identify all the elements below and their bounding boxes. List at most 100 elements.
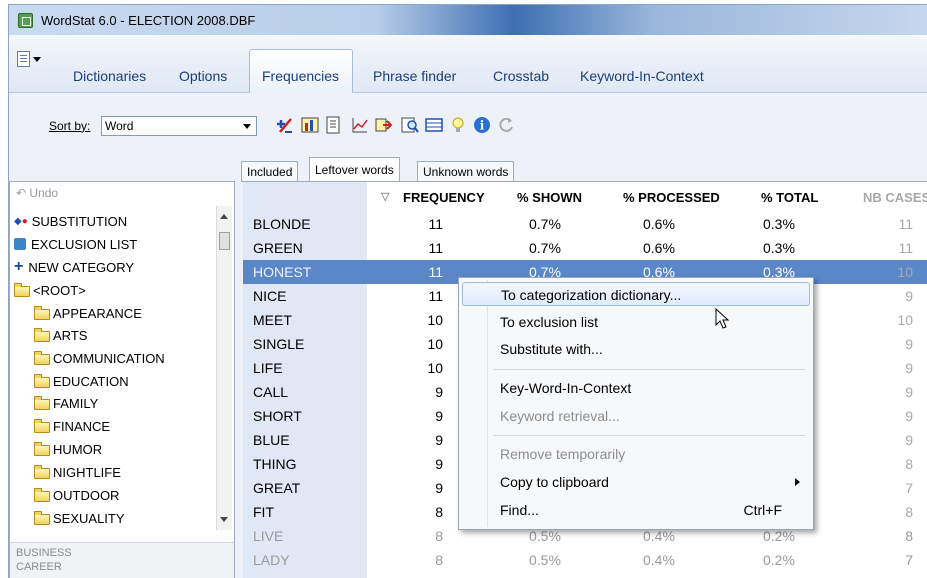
menu-find[interactable]: Find... Ctrl+F: [462, 498, 810, 522]
menu-options[interactable]: Options: [179, 68, 227, 84]
cell-shown: 0.7%: [529, 240, 561, 256]
chart-icon[interactable]: [299, 114, 321, 136]
table-row[interactable]: BLONDE 11 0.7% 0.6% 0.3% 11: [243, 212, 927, 236]
refresh-icon[interactable]: [495, 114, 517, 136]
tree-scrollbar[interactable]: [216, 206, 232, 530]
context-menu: To categorization dictionary... To exclu…: [458, 277, 814, 530]
menu-item-label: Substitute with...: [500, 341, 603, 357]
tree-category[interactable]: ARTS: [34, 324, 87, 346]
category-label: HUMOR: [53, 441, 103, 457]
cell-nb-cases: 8: [905, 456, 913, 472]
bulb-icon[interactable]: [447, 114, 469, 136]
cell-frequency: 10: [427, 336, 443, 352]
app-icon: [18, 13, 33, 28]
tree-exclusion-list[interactable]: EXCLUSION LIST: [14, 233, 137, 255]
substitution-icon: ◆●: [14, 215, 28, 227]
cell-frequency: 9: [435, 432, 443, 448]
cell-frequency: 11: [428, 216, 443, 232]
menu-phrase-finder[interactable]: Phrase finder: [373, 68, 456, 84]
menu-item-label: To categorization dictionary...: [501, 287, 682, 303]
cell-frequency: 10: [427, 360, 443, 376]
menu-substitute-with[interactable]: Substitute with...: [462, 337, 810, 361]
tree-category[interactable]: FAMILY: [34, 392, 98, 414]
cell-nb-cases: 11: [898, 216, 913, 232]
cell-word: BLUE: [253, 432, 290, 448]
header-nb-cases[interactable]: NB CASES: [863, 190, 927, 205]
menu-key-word-in-context[interactable]: Key-Word-In-Context: [462, 376, 810, 400]
scroll-thumb[interactable]: [219, 232, 230, 250]
header-shown[interactable]: % SHOWN: [517, 190, 582, 205]
category-label: APPEARANCE: [53, 305, 142, 321]
cell-frequency: 9: [435, 408, 443, 424]
cell-frequency: 11: [428, 264, 443, 280]
search-icon[interactable]: [399, 114, 421, 136]
tree-exclusion-label: EXCLUSION LIST: [31, 236, 138, 252]
table-row[interactable]: LADY 8 0.5% 0.4% 0.2% 7: [243, 548, 927, 572]
svg-text:i: i: [480, 119, 485, 133]
undo-label: Undo: [29, 186, 59, 200]
tab-unknown-words[interactable]: Unknown words: [417, 161, 515, 182]
menu-remove-temporarily: Remove temporarily: [462, 442, 810, 466]
cell-shown: 0.5%: [529, 552, 561, 568]
cell-word: BLONDE: [253, 216, 311, 232]
folder-icon: [34, 395, 50, 410]
cell-frequency: 11: [428, 240, 443, 256]
graph-icon[interactable]: [349, 114, 371, 136]
cell-total: 0.3%: [763, 240, 795, 256]
menu-copy-to-clipboard[interactable]: Copy to clipboard: [462, 470, 810, 494]
menu-shortcut: Ctrl+F: [743, 502, 783, 518]
tree-substitution[interactable]: ◆● SUBSTITUTION: [14, 210, 127, 232]
cell-frequency: 10: [427, 312, 443, 328]
list-item[interactable]: CAREER: [16, 561, 62, 573]
sort-by-select[interactable]: Word: [101, 116, 257, 136]
scroll-down-icon[interactable]: [220, 517, 228, 522]
menu-item-label: Key-Word-In-Context: [500, 380, 632, 396]
category-label: COMMUNICATION: [53, 350, 165, 366]
tree-category[interactable]: COMMUNICATION: [34, 347, 165, 369]
menu-to-exclusion-list[interactable]: To exclusion list: [462, 310, 810, 334]
arrow-icon[interactable]: [373, 114, 395, 136]
header-frequency[interactable]: FREQUENCY: [403, 190, 485, 205]
add-remove-icon[interactable]: [273, 114, 295, 136]
tab-leftover-words[interactable]: Leftover words: [309, 157, 400, 182]
cell-nb-cases: 9: [905, 384, 913, 400]
tree-category[interactable]: OUTDOOR: [34, 484, 119, 506]
scroll-up-icon[interactable]: [220, 214, 228, 219]
menu-keyword-in-context[interactable]: Keyword-In-Context: [580, 68, 704, 84]
cell-processed: 0.6%: [643, 216, 675, 232]
header-total[interactable]: % TOTAL: [761, 190, 818, 205]
table-row[interactable]: GREEN 11 0.7% 0.6% 0.3% 11: [243, 236, 927, 260]
menu-crosstab[interactable]: Crosstab: [493, 68, 549, 84]
cell-word: MEET: [253, 312, 292, 328]
tree-new-category[interactable]: + NEW CATEGORY: [14, 256, 134, 278]
undo-icon: ↶: [16, 186, 30, 200]
category-label: SEXUALITY: [53, 510, 125, 526]
tree-category[interactable]: FINANCE: [34, 415, 110, 437]
export-icon[interactable]: [323, 114, 345, 136]
tree-category[interactable]: EDUCATION: [34, 370, 129, 392]
menu-to-categorization-dictionary[interactable]: To categorization dictionary...: [462, 282, 810, 306]
folder-icon: [34, 441, 50, 456]
tab-frequencies[interactable]: Frequencies: [249, 49, 353, 95]
cell-word: HONEST: [253, 264, 312, 280]
menu-item-label: Keyword retrieval...: [500, 408, 620, 424]
header-processed[interactable]: % PROCESSED: [623, 190, 720, 205]
submenu-arrow-icon: [795, 478, 800, 486]
tree-category[interactable]: APPEARANCE: [34, 302, 142, 324]
table-icon[interactable]: [423, 114, 445, 136]
undo-button[interactable]: ↶ Undo: [12, 186, 232, 204]
cell-total: 0.3%: [763, 216, 795, 232]
info-icon[interactable]: i: [471, 114, 493, 136]
app-menu-button[interactable]: [17, 51, 43, 79]
tab-included[interactable]: Included: [241, 161, 299, 182]
tree-root[interactable]: <ROOT>: [14, 279, 86, 301]
tree-category[interactable]: NIGHTLIFE: [34, 461, 121, 483]
cell-word: NICE: [253, 288, 287, 304]
cell-processed: 0.4%: [643, 552, 675, 568]
menu-dictionaries[interactable]: Dictionaries: [73, 68, 146, 84]
secondary-category-list: BUSINESS CAREER: [10, 542, 234, 578]
list-item[interactable]: BUSINESS: [16, 547, 72, 559]
tree-category[interactable]: SEXUALITY: [34, 507, 125, 529]
cell-frequency: 8: [435, 552, 443, 568]
tree-category[interactable]: HUMOR: [34, 438, 102, 460]
